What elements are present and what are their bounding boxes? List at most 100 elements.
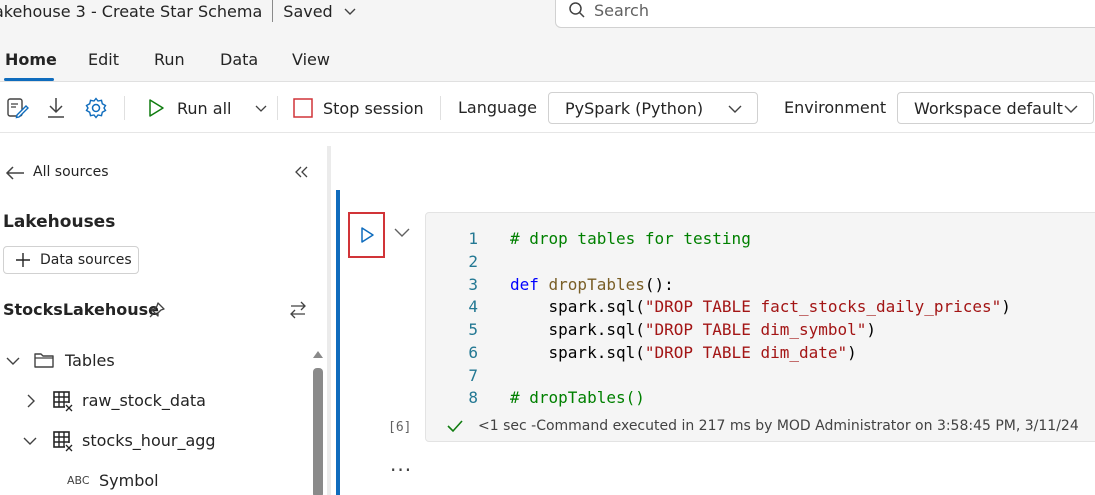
line-number: 5 [468, 320, 478, 339]
data-sources-label: Data sources [40, 252, 132, 268]
tab-edit[interactable]: Edit [88, 50, 119, 69]
line-number: 6 [468, 342, 478, 362]
title-divider [272, 0, 274, 22]
all-sources-link[interactable]: All sources [33, 164, 109, 180]
active-tab-indicator [4, 78, 54, 81]
code-text: spark.sql("DROP TABLE fact_stocks_daily_… [510, 297, 1011, 316]
active-cell-indicator [336, 190, 340, 495]
chevron-down-icon[interactable] [22, 434, 38, 448]
code-token: ) [1001, 297, 1011, 317]
code-token: spark.sql( [510, 342, 645, 362]
tree-item-raw-stock-data[interactable]: raw_stock_data [82, 391, 206, 410]
column-symbol[interactable]: Symbol [99, 471, 159, 490]
search-placeholder: Search [594, 0, 649, 20]
lakehouse-name[interactable]: StocksLakehouse [3, 300, 159, 319]
line-number: 8 [468, 388, 478, 408]
code-token: spark.sql( [510, 320, 645, 339]
code-token: ) [866, 320, 877, 339]
title-area: akehouse 3 - Create Star Schema Saved [0, 0, 357, 22]
run-cell-button[interactable] [348, 212, 385, 258]
code-token: (): [644, 274, 674, 294]
run-all-label: Run all [177, 98, 232, 118]
chevron-down-icon[interactable] [393, 225, 411, 239]
line-number: 7 [468, 365, 478, 385]
code-text: spark.sql("DROP TABLE dim_date") [510, 343, 857, 362]
chevron-down-icon [1064, 105, 1078, 113]
search-icon [569, 2, 585, 18]
toolbar-divider [277, 96, 278, 120]
lakehouses-heading: Lakehouses [3, 212, 116, 232]
folder-icon [34, 353, 54, 368]
chevron-right-icon[interactable] [24, 393, 38, 409]
stop-session-label: Stop session [323, 98, 424, 118]
environment-label: Environment [784, 98, 887, 117]
tables-folder[interactable]: Tables [65, 351, 115, 370]
more-options-icon[interactable]: ... [390, 452, 412, 476]
notebook-title[interactable]: akehouse 3 - Create Star Schema [0, 2, 262, 21]
code-text: # dropTables() [510, 388, 645, 407]
code-text: spark.sql("DROP TABLE dim_symbol") [510, 320, 877, 339]
code-line[interactable]: 2 [426, 252, 1095, 275]
run-all-button[interactable]: Run all [146, 97, 231, 119]
code-line[interactable]: 8 # dropTables() [426, 388, 1095, 411]
table-icon [53, 391, 73, 412]
collapse-panel-icon[interactable] [293, 164, 309, 180]
chevron-down-icon[interactable] [254, 103, 268, 115]
explorer-scrollbar-thumb[interactable] [313, 368, 323, 495]
tab-view[interactable]: View [292, 50, 330, 69]
toolbar-divider [124, 96, 125, 120]
chevron-down-icon [728, 105, 742, 113]
environment-select[interactable]: Workspace default [897, 92, 1094, 124]
table-icon [53, 431, 73, 452]
stop-session-button[interactable]: Stop session [292, 97, 424, 119]
tab-run[interactable]: Run [154, 50, 185, 69]
execution-count: [6] [388, 420, 412, 435]
code-line[interactable]: 1 # drop tables for testing [426, 229, 1095, 252]
line-number: 3 [468, 274, 478, 294]
code-text: # drop tables for testing [510, 229, 751, 248]
save-status: Saved [283, 1, 333, 21]
edit-icon[interactable] [5, 96, 29, 120]
settings-icon[interactable] [84, 96, 108, 120]
chevron-down-icon[interactable] [343, 4, 357, 18]
code-token: # dropTables() [510, 388, 645, 408]
language-label: Language [458, 98, 537, 117]
code-line[interactable]: 4 spark.sql("DROP TABLE fact_stocks_dail… [426, 297, 1095, 320]
tab-home[interactable]: Home [5, 50, 57, 69]
string-type-icon: ABC [67, 474, 90, 487]
scroll-up-icon[interactable] [311, 348, 325, 360]
code-token: spark.sql( [510, 297, 645, 317]
tree-item-stocks-hour-agg[interactable]: stocks_hour_agg [82, 431, 216, 450]
search-box[interactable]: Search [555, 0, 1095, 28]
cell-status: <1 sec -Command executed in 217 ms by MO… [446, 418, 1079, 434]
execution-status-text: <1 sec -Command executed in 217 ms by MO… [478, 418, 1079, 434]
pin-icon[interactable] [148, 301, 166, 319]
checkmark-icon [447, 420, 463, 433]
stop-icon [293, 98, 313, 118]
ribbon-toolbar: Run all Stop session Language PySpark (P… [0, 83, 1095, 133]
play-icon [149, 99, 164, 117]
code-line[interactable]: 3 def dropTables(): [426, 275, 1095, 298]
language-value: PySpark (Python) [565, 98, 704, 118]
code-line[interactable]: 5 spark.sql("DROP TABLE dim_symbol") [426, 320, 1095, 343]
title-bar: akehouse 3 - Create Star Schema Saved Se… [0, 0, 1095, 38]
plus-icon [16, 253, 30, 267]
code-line[interactable]: 7 [426, 366, 1095, 389]
chevron-down-icon[interactable] [5, 354, 21, 368]
code-token: dropTables [548, 274, 645, 294]
data-sources-button[interactable]: Data sources [3, 246, 139, 274]
download-icon[interactable] [45, 96, 67, 120]
arrow-left-icon[interactable] [4, 163, 26, 183]
language-select[interactable]: PySpark (Python) [548, 92, 758, 124]
menu-tabs: Home Edit Run Data View [0, 38, 1095, 82]
line-number: 2 [468, 251, 478, 271]
code-token: def [510, 274, 549, 294]
code-line[interactable]: 6 spark.sql("DROP TABLE dim_date") [426, 343, 1095, 366]
code-token: # drop tables for testing [510, 229, 751, 248]
switch-icon[interactable] [288, 300, 308, 320]
code-token: "DROP TABLE dim_date" [644, 342, 848, 362]
environment-value: Workspace default [914, 98, 1063, 118]
tab-data[interactable]: Data [220, 50, 258, 69]
code-token: "DROP TABLE fact_stocks_daily_prices" [644, 297, 1002, 317]
code-cell[interactable]: 1 # drop tables for testing 2 3 def dropTabl… [425, 212, 1095, 442]
